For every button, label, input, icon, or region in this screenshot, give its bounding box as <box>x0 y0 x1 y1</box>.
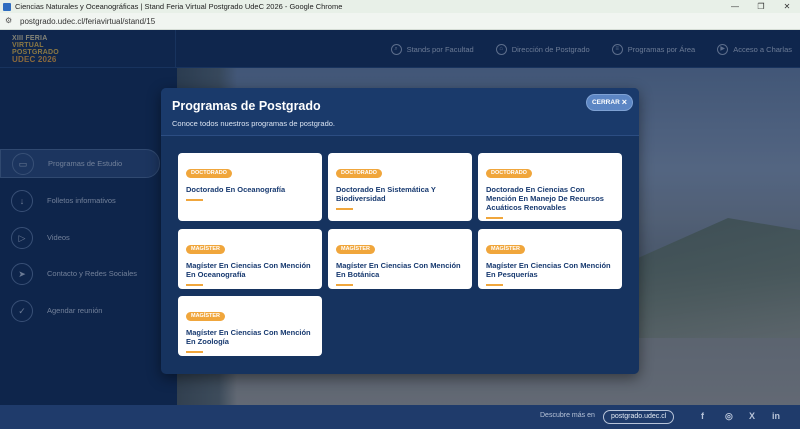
address-bar[interactable]: ⚙ postgrado.udec.cl/feriavirtual/stand/1… <box>0 13 800 30</box>
close-icon: × <box>621 97 628 107</box>
footer-discover-text: Descubre más en <box>540 412 595 419</box>
url-text[interactable]: postgrado.udec.cl/feriavirtual/stand/15 <box>20 17 155 26</box>
maximize-icon[interactable]: ❐ <box>748 2 774 11</box>
program-card[interactable]: MAGÍSTER Magíster En Ciencias Con Menció… <box>178 296 322 356</box>
window-titlebar: Ciencias Naturales y Oceanográficas | St… <box>0 0 800 13</box>
programs-modal: Programas de Postgrado Conoce todos nues… <box>161 88 639 374</box>
modal-title: Programas de Postgrado <box>172 99 321 113</box>
instagram-icon[interactable]: ◎ <box>725 411 733 422</box>
program-title: Doctorado En Ciencias Con Mención En Man… <box>486 185 604 212</box>
site-settings-icon[interactable]: ⚙ <box>5 17 15 25</box>
program-card[interactable]: MAGÍSTER Magíster En Ciencias Con Menció… <box>178 229 322 289</box>
minimize-icon[interactable]: — <box>722 2 748 11</box>
program-badge: MAGÍSTER <box>336 245 376 254</box>
program-card[interactable]: DOCTORADO Doctorado En Ciencias Con Menc… <box>478 153 622 221</box>
modal-header: Programas de Postgrado Conoce todos nues… <box>161 88 639 136</box>
program-card[interactable]: MAGÍSTER Magíster En Ciencias Con Menció… <box>328 229 472 289</box>
program-card[interactable]: DOCTORADO Doctorado En Oceanografía <box>178 153 322 221</box>
program-title: Magíster En Ciencias Con Mención En Botá… <box>336 261 461 279</box>
program-title: Doctorado En Sistemática Y Biodiversidad <box>336 185 436 203</box>
close-modal-button[interactable]: CERRAR × <box>586 94 633 111</box>
modal-subtitle: Conoce todos nuestros programas de postg… <box>172 119 336 128</box>
program-title: Magíster En Ciencias Con Mención En Zool… <box>186 328 311 346</box>
program-title: Magíster En Ciencias Con Mención En Pesq… <box>486 261 611 279</box>
program-card[interactable]: MAGÍSTER Magíster En Ciencias Con Menció… <box>478 229 622 289</box>
x-icon[interactable]: X <box>749 411 755 421</box>
footer-site-link[interactable]: postgrado.udec.cl <box>603 410 675 424</box>
facebook-icon[interactable]: f <box>701 411 704 421</box>
site-favicon-icon <box>3 2 11 11</box>
program-badge: DOCTORADO <box>336 169 382 178</box>
program-badge: DOCTORADO <box>486 169 532 178</box>
program-badge: DOCTORADO <box>186 169 232 178</box>
linkedin-icon[interactable]: in <box>772 411 780 421</box>
program-badge: MAGÍSTER <box>186 245 226 254</box>
program-badge: MAGÍSTER <box>186 312 226 321</box>
window-title: Ciencias Naturales y Oceanográficas | St… <box>15 2 343 11</box>
program-card[interactable]: DOCTORADO Doctorado En Sistemática Y Bio… <box>328 153 472 221</box>
program-title: Doctorado En Oceanografía <box>186 185 286 194</box>
program-title: Magíster En Ciencias Con Mención En Ocea… <box>186 261 311 279</box>
close-window-icon[interactable]: ✕ <box>774 2 800 11</box>
site-footer: Descubre más en postgrado.udec.cl f ◎ X … <box>0 405 800 429</box>
program-badge: MAGÍSTER <box>486 245 526 254</box>
window-controls: — ❐ ✕ <box>722 2 800 11</box>
